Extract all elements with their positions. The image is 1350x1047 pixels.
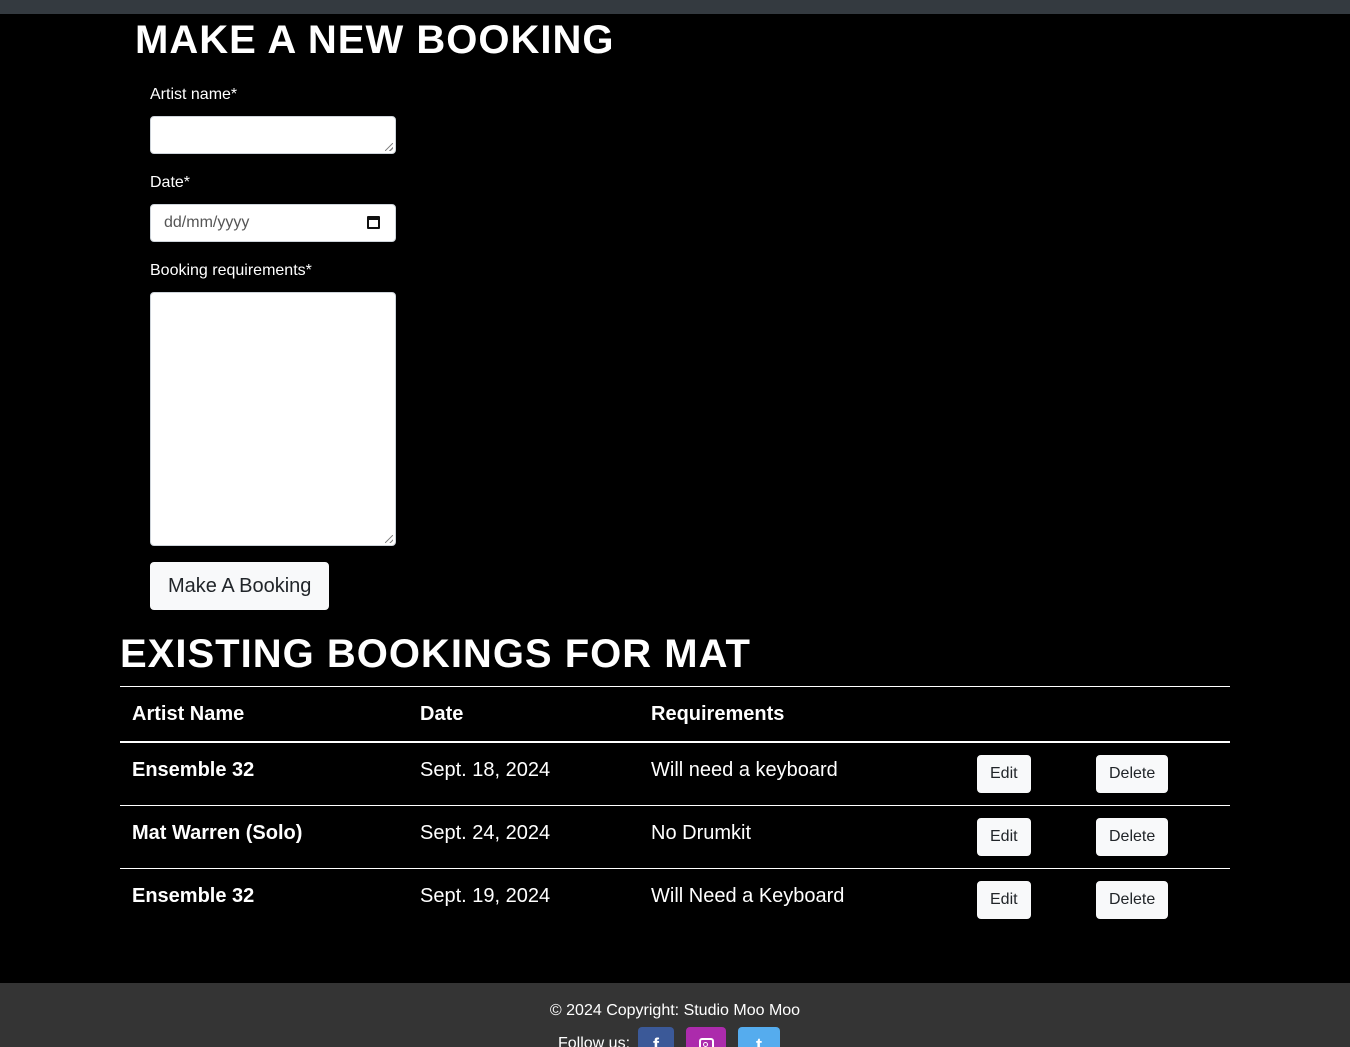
requirements-textarea[interactable]: [150, 292, 396, 546]
table-row: Ensemble 32 Sept. 18, 2024 Will need a k…: [120, 742, 1230, 806]
new-booking-title: MAKE A NEW BOOKING: [135, 18, 615, 62]
table-row: Ensemble 32 Sept. 19, 2024 Will Need a K…: [120, 868, 1230, 931]
requirements-label: Booking requirements*: [150, 262, 312, 279]
bookings-table: Artist Name Date Requirements Ensemble 3…: [120, 686, 1230, 931]
booking-form: Artist name* Date* dd/mm/yyyy Booking re…: [150, 84, 410, 610]
resize-grip-icon[interactable]: [385, 535, 393, 543]
cell-artist: Mat Warren (Solo): [120, 805, 408, 869]
artist-name-input[interactable]: [150, 116, 396, 154]
table-header-row: Artist Name Date Requirements: [120, 686, 1230, 743]
cell-edit: Edit: [965, 868, 1084, 931]
cell-artist: Ensemble 32: [120, 742, 408, 806]
cell-delete: Delete: [1084, 742, 1230, 806]
cell-delete: Delete: [1084, 868, 1230, 931]
column-header-date: Date: [408, 686, 639, 743]
delete-button[interactable]: Delete: [1096, 880, 1169, 919]
make-booking-button[interactable]: Make A Booking: [150, 562, 330, 610]
copyright-text: © 2024 Copyright: Studio Moo Moo: [549, 1002, 801, 1019]
column-header-artist: Artist Name: [120, 686, 408, 743]
delete-button[interactable]: Delete: [1096, 755, 1169, 793]
cell-requirements: No Drumkit: [639, 805, 965, 869]
table-row: Mat Warren (Solo) Sept. 24, 2024 No Drum…: [120, 805, 1230, 869]
footer: © 2024 Copyright: Studio Moo Moo Follow …: [0, 983, 1350, 1047]
cell-artist: Ensemble 32: [132, 884, 255, 907]
cell-date: Sept. 24, 2024: [408, 805, 639, 869]
cell-date: Sept. 18, 2024: [408, 742, 639, 806]
date-placeholder: dd/mm/yyyy: [164, 214, 250, 231]
edit-button[interactable]: Edit: [977, 880, 1031, 919]
follow-row: Follow us: f t: [0, 1027, 1350, 1047]
edit-button[interactable]: Edit: [977, 755, 1031, 793]
cell-requirements: Will Need a Keyboard: [651, 884, 845, 907]
date-label: Date*: [150, 174, 191, 191]
instagram-icon[interactable]: [686, 1027, 727, 1047]
calendar-icon[interactable]: [367, 216, 380, 229]
edit-button[interactable]: Edit: [977, 817, 1031, 856]
cell-delete: Delete: [1084, 805, 1230, 869]
existing-bookings-title: EXISTING BOOKINGS FOR MAT: [120, 632, 751, 676]
cell-edit: Edit: [965, 742, 1084, 806]
top-navbar-strip: [0, 0, 1350, 14]
column-header-edit: [965, 686, 1084, 743]
twitter-icon[interactable]: t: [738, 1027, 781, 1047]
cell-edit: Edit: [965, 805, 1084, 869]
delete-button[interactable]: Delete: [1096, 817, 1169, 856]
cell-date: Sept. 19, 2024: [420, 884, 551, 907]
instagram-glyph: [698, 1038, 714, 1047]
column-header-delete: [1084, 686, 1230, 743]
date-input[interactable]: dd/mm/yyyy: [150, 204, 396, 242]
cell-requirements: Will need a keyboard: [639, 742, 965, 806]
column-header-requirements: Requirements: [639, 686, 965, 743]
follow-label: Follow us:: [557, 1035, 631, 1047]
resize-grip-icon[interactable]: [385, 143, 393, 151]
facebook-icon[interactable]: f: [638, 1027, 675, 1047]
artist-name-label: Artist name*: [150, 86, 238, 103]
